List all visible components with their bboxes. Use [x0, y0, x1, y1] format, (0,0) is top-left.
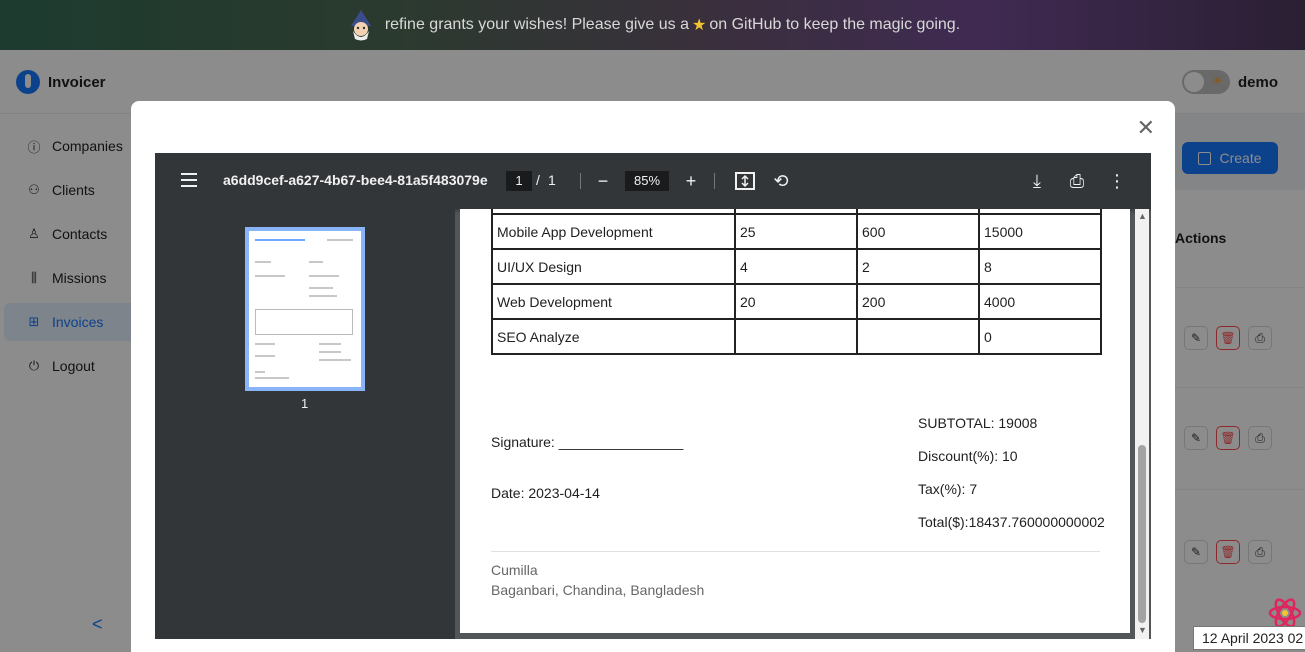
- table-cell: 600: [856, 213, 980, 250]
- table-row: SEO Analyze 0: [491, 318, 1102, 355]
- thumb-line: [319, 359, 351, 361]
- thumb-line: [327, 239, 353, 241]
- pdf-preview-modal: ✕ a6dd9cef-a627-4b67-bee4-81a5f483079e 1…: [131, 101, 1175, 652]
- page-number-input[interactable]: 1: [506, 171, 532, 191]
- table-cell: [734, 318, 858, 355]
- scroll-thumb[interactable]: [1138, 445, 1146, 623]
- download-icon[interactable]: ⤓: [1025, 169, 1049, 193]
- footer-address: Baganbari, Chandina, Bangladesh: [491, 582, 705, 598]
- more-vert-icon[interactable]: ⋮: [1105, 169, 1129, 193]
- thumb-table: [255, 309, 353, 335]
- table-cell: 25: [734, 213, 858, 250]
- thumb-line: [255, 355, 275, 357]
- thumb-line: [255, 377, 289, 379]
- pdf-page: Mobile App Development 25 600 15000 UI/U…: [460, 209, 1130, 633]
- table-cell: 200: [856, 283, 980, 320]
- pdf-toolbar: a6dd9cef-a627-4b67-bee4-81a5f483079e 1 /…: [155, 153, 1151, 209]
- table-cell: Mobile App Development: [491, 213, 736, 250]
- table-cell: 20: [734, 283, 858, 320]
- table-cell: 4: [734, 248, 858, 285]
- total: Total($):18437.760000000002: [918, 514, 1105, 530]
- table-cell: SEO Analyze: [491, 318, 736, 355]
- page-separator: /: [536, 172, 540, 188]
- table-cell: 2: [856, 248, 980, 285]
- star-icon: ★: [691, 17, 707, 34]
- scroll-up-icon[interactable]: ▲: [1138, 211, 1147, 221]
- table-cell: UI/UX Design: [491, 248, 736, 285]
- react-devtools-icon[interactable]: [1268, 598, 1302, 628]
- invoice-items-table: Mobile App Development 25 600 15000 UI/U…: [491, 209, 1102, 355]
- fit-page-icon[interactable]: [733, 169, 757, 193]
- date-tooltip: 12 April 2023 02: [1193, 626, 1305, 650]
- menu-icon[interactable]: [181, 173, 197, 187]
- table-cell: 4000: [978, 283, 1102, 320]
- print-icon[interactable]: ⎙: [1065, 169, 1089, 193]
- scroll-down-icon[interactable]: ▼: [1138, 625, 1147, 635]
- toolbar-divider: [714, 173, 715, 189]
- wizard-icon: [350, 10, 371, 41]
- page-total: 1: [548, 172, 556, 188]
- thumb-line: [309, 287, 333, 289]
- thumb-line: [309, 295, 337, 297]
- totals-block: SUBTOTAL: 19008 Discount(%): 10 Tax(%): …: [918, 415, 1105, 547]
- scrollbar[interactable]: ▲ ▼: [1135, 209, 1149, 639]
- thumb-line: [319, 343, 341, 345]
- footer-divider: [491, 551, 1100, 552]
- thumbnail-label: 1: [301, 396, 309, 411]
- thumb-line: [309, 275, 339, 277]
- table-cell: [856, 318, 980, 355]
- table-cell: 8: [978, 248, 1102, 285]
- table-cell: 0: [978, 318, 1102, 355]
- zoom-out-icon[interactable]: −: [591, 169, 615, 193]
- footer-city: Cumilla: [491, 562, 538, 578]
- rotate-icon[interactable]: ⟲: [769, 169, 793, 193]
- pdf-filename: a6dd9cef-a627-4b67-bee4-81a5f483079e: [223, 172, 488, 188]
- tax: Tax(%): 7: [918, 481, 978, 497]
- subtotal: SUBTOTAL: 19008: [918, 415, 1038, 431]
- zoom-input[interactable]: 85%: [625, 171, 669, 191]
- pdf-viewer: a6dd9cef-a627-4b67-bee4-81a5f483079e 1 /…: [155, 153, 1151, 639]
- thumb-line: [319, 351, 341, 353]
- thumb-line: [309, 261, 323, 263]
- discount: Discount(%): 10: [918, 448, 1018, 464]
- toolbar-divider: [580, 173, 581, 189]
- thumb-line: [255, 371, 265, 373]
- signature-line: Signature: ________________: [491, 434, 684, 450]
- thumb-line: [255, 275, 285, 277]
- banner-text: refine grants your wishes! Please give u…: [384, 16, 689, 33]
- table-row: Web Development 20 200 4000: [491, 283, 1102, 320]
- banner-text-2: on GitHub to keep the magic going.: [709, 16, 961, 33]
- table-row: Mobile App Development 25 600 15000: [491, 213, 1102, 250]
- invoice-date: Date: 2023-04-14: [491, 485, 600, 501]
- table-row: UI/UX Design 4 2 8: [491, 248, 1102, 285]
- table-cell: 15000: [978, 213, 1102, 250]
- thumb-line: [255, 261, 271, 263]
- page-thumbnail[interactable]: [245, 227, 365, 391]
- github-star-banner[interactable]: refine grants your wishes! Please give u…: [0, 0, 1305, 50]
- zoom-in-icon[interactable]: +: [679, 169, 703, 193]
- thumbnail-pane: 1: [155, 209, 455, 639]
- table-cell: Web Development: [491, 283, 736, 320]
- thumb-line: [255, 239, 305, 241]
- close-icon[interactable]: ✕: [1137, 117, 1155, 139]
- thumb-line: [255, 343, 275, 345]
